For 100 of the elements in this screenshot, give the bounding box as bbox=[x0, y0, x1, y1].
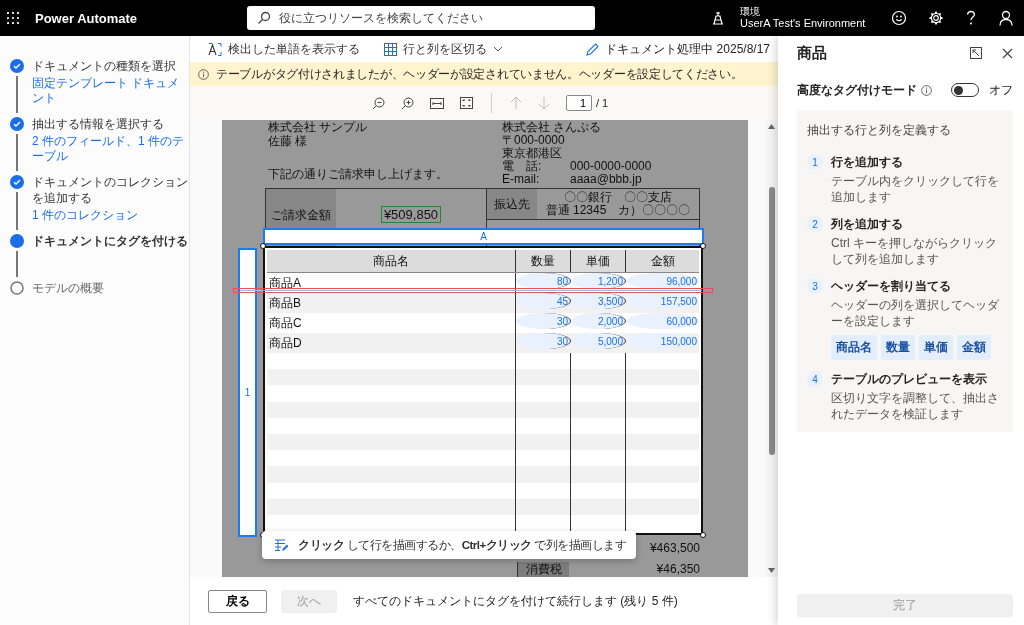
step-description: テーブル内をクリックして行を追加します bbox=[831, 173, 1000, 205]
document-text: 佐藤 様 bbox=[268, 135, 308, 148]
table-cell: 3,500 bbox=[571, 293, 626, 309]
header-tag[interactable]: 金額 bbox=[957, 335, 991, 360]
search-field[interactable]: 役に立つリソースを検索してください bbox=[247, 6, 595, 30]
table-cell: 60,000 bbox=[626, 313, 699, 329]
document-text: 電 話: bbox=[502, 160, 542, 173]
step-title: 行を追加する bbox=[831, 154, 904, 171]
document-name: ドキュメント処理中 2025/8/17 bbox=[605, 40, 770, 58]
table-cell: 商品D bbox=[267, 333, 516, 353]
close-icon[interactable] bbox=[1002, 47, 1013, 59]
grid-icon bbox=[384, 42, 397, 56]
info-icon bbox=[198, 68, 209, 80]
subtotal-value: ¥463,500 bbox=[649, 542, 700, 555]
chevron-down-icon bbox=[493, 46, 503, 52]
zoom-out-icon[interactable] bbox=[372, 96, 385, 110]
document-text: 株式会社 サンプル bbox=[268, 121, 368, 134]
panel-title: 商品 bbox=[797, 43, 828, 63]
scroll-down-icon[interactable] bbox=[768, 568, 775, 573]
table-cell: 45 bbox=[516, 293, 571, 309]
step-summary-link[interactable]: 固定テンプレート ドキュメント bbox=[32, 76, 189, 106]
document-text: 株式会社 さんぷる bbox=[502, 121, 602, 134]
user-icon[interactable] bbox=[998, 10, 1014, 26]
table-cell: 商品B bbox=[267, 293, 516, 313]
step-description: 区切り文字を調整して、抽出されたデータを検証します bbox=[831, 390, 1000, 422]
split-rows-columns-dropdown[interactable]: 行と列を区切る bbox=[384, 40, 509, 58]
help-icon[interactable] bbox=[965, 10, 977, 26]
step-title[interactable]: ドキュメントにタグを付ける bbox=[32, 233, 189, 249]
table-cell: 30 bbox=[516, 313, 571, 329]
step-number: 2 bbox=[807, 216, 823, 232]
table-cell: 30 bbox=[516, 333, 571, 349]
pencil-icon bbox=[586, 42, 600, 56]
bank-text: 〇〇銀行 〇〇支店 bbox=[564, 191, 672, 204]
step-number: 4 bbox=[807, 371, 823, 387]
label-cell: 消費税 bbox=[517, 562, 569, 577]
fit-width-icon[interactable] bbox=[430, 97, 444, 109]
step-title[interactable]: 抽出する情報を選択する bbox=[32, 116, 189, 132]
step-title[interactable]: ドキュメントの種類を選択 bbox=[32, 58, 189, 74]
back-button[interactable]: 戻る bbox=[208, 589, 267, 613]
resize-handle[interactable] bbox=[700, 532, 706, 538]
step-number: 1 bbox=[807, 154, 823, 170]
header-tag[interactable]: 数量 bbox=[881, 335, 915, 360]
document-text: 東京都港区 bbox=[502, 147, 562, 160]
tax-value: ¥46,350 bbox=[656, 563, 700, 576]
column-tag[interactable]: A bbox=[263, 228, 704, 245]
table-cell: 5,000 bbox=[571, 333, 626, 349]
table-cell: 157,500 bbox=[626, 293, 699, 309]
page-count: / 1 bbox=[596, 97, 609, 109]
step-title: ヘッダーを割り当てる bbox=[831, 278, 952, 295]
hint-text: クリック して行を描画するか、Ctrl+クリック で列を描画します bbox=[298, 537, 627, 553]
show-words-button[interactable]: 検出した単語を表示する bbox=[208, 40, 366, 58]
step-summary-link[interactable]: 1 件のコレクション bbox=[32, 208, 189, 223]
smiley-icon[interactable] bbox=[891, 10, 907, 26]
scrollbar[interactable] bbox=[765, 120, 778, 577]
app-name[interactable]: Power Automate bbox=[35, 10, 247, 26]
header-tag[interactable]: 商品名 bbox=[831, 335, 877, 360]
column-header: 数量 bbox=[516, 250, 571, 272]
resize-handle[interactable] bbox=[700, 243, 706, 249]
document-text: 000-0000-0000 bbox=[570, 160, 652, 173]
bank-text: 普通 12345 カ）〇〇〇〇 bbox=[545, 204, 691, 217]
info-icon[interactable] bbox=[921, 84, 932, 96]
setting-label: 高度なタグ付けモード bbox=[797, 81, 917, 99]
environment-name[interactable]: UserA Test's Environment bbox=[740, 17, 870, 30]
table-region[interactable]: 商品名 数量 単価 金額 商品A 80 1,200 96,000 商品B 45 3,500 157,500 商品C 30 2,000 60,000 商品D 30 5,000 150,000 bbox=[263, 246, 703, 535]
document-text: E-mail: bbox=[502, 173, 540, 186]
toggle-state: オフ bbox=[989, 81, 1013, 99]
step-title: テーブルのプレビューを表示 bbox=[831, 371, 988, 388]
label-cell: 振込先 bbox=[487, 189, 537, 219]
step-description: Ctrl キーを押しながらクリックして列を追加します bbox=[831, 235, 998, 267]
step-title[interactable]: モデルの概要 bbox=[32, 280, 189, 296]
expand-icon[interactable] bbox=[970, 47, 982, 59]
column-header: 金額 bbox=[649, 252, 676, 270]
step-number: 3 bbox=[807, 278, 823, 294]
amount-field: ¥509,850 bbox=[380, 206, 442, 223]
step-summary-link[interactable]: 2 件のフィールド、1 件のテーブル bbox=[32, 134, 189, 164]
table-cell: 1,200 bbox=[571, 273, 626, 289]
scroll-up-icon[interactable] bbox=[768, 124, 775, 129]
document-text: 〒000-0000 bbox=[502, 134, 565, 147]
card-title: 抽出する行と列を定義する bbox=[807, 122, 952, 139]
resize-handle[interactable] bbox=[260, 243, 266, 249]
app-launcher-icon[interactable] bbox=[7, 12, 19, 24]
page-number-field[interactable]: 1 bbox=[566, 95, 592, 111]
environment-label: 環境 bbox=[740, 6, 761, 18]
settings-icon[interactable] bbox=[928, 10, 944, 26]
document-text: aaaa@bbb.jp bbox=[570, 173, 642, 186]
environment-icon[interactable] bbox=[710, 10, 726, 26]
fit-page-icon[interactable] bbox=[460, 97, 473, 109]
step-title: 列を追加する bbox=[831, 216, 904, 233]
row-tag[interactable]: 1 bbox=[238, 248, 257, 537]
warning-text: テーブルがタグ付けされましたが、ヘッダーが設定されていません。ヘッダーを設定してください。 bbox=[216, 65, 743, 83]
header-tag[interactable]: 単価 bbox=[919, 335, 953, 360]
table-cell: 80 bbox=[516, 273, 571, 289]
column-header: 単価 bbox=[571, 250, 626, 272]
table-cell: 150,000 bbox=[626, 333, 699, 349]
step-description: ヘッダーの列を選択してヘッダーを設定します bbox=[831, 297, 1000, 329]
document-text: 下記の通りご請求申し上げます。 bbox=[268, 168, 448, 181]
column-header: 商品名 bbox=[267, 250, 516, 272]
step-title[interactable]: ドキュメントのコレクションを追加する bbox=[32, 174, 189, 206]
text-detect-icon bbox=[208, 42, 222, 56]
zoom-in-icon[interactable] bbox=[401, 96, 414, 110]
